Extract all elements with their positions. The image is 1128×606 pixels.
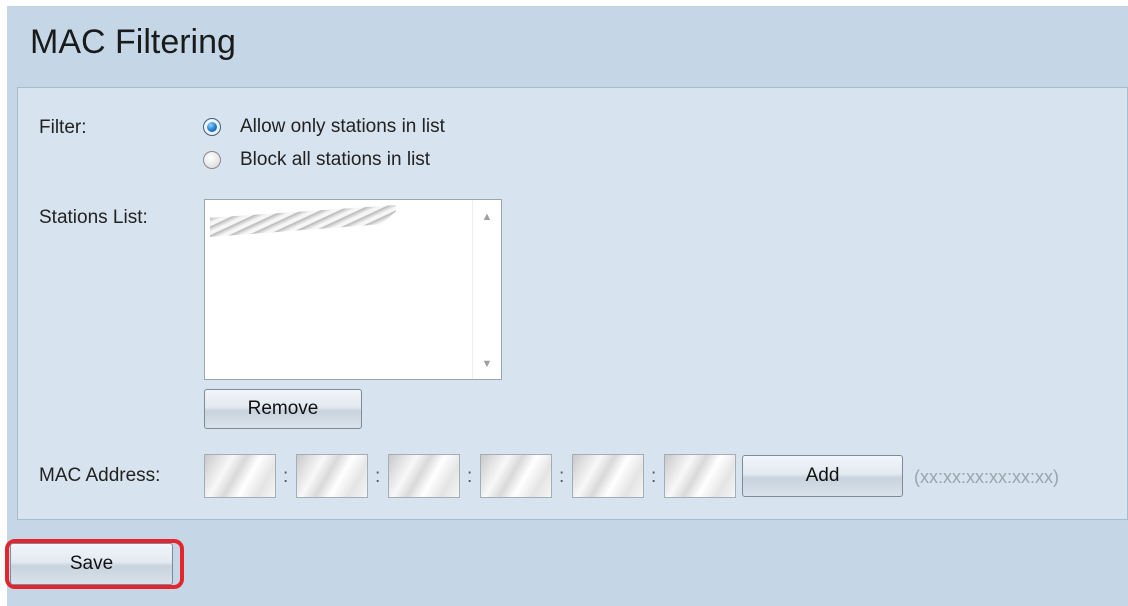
- mac-octet-1-input[interactable]: [204, 454, 276, 498]
- mac-separator: :: [375, 466, 381, 487]
- mac-octet-3-input[interactable]: [388, 454, 460, 498]
- save-button[interactable]: Save: [10, 543, 173, 585]
- mac-octet-2-input[interactable]: [296, 454, 368, 498]
- scroll-up-icon[interactable]: ▲: [473, 206, 501, 228]
- station-list-item-redacted[interactable]: [210, 205, 396, 237]
- radio-allow-only-label: Allow only stations in list: [240, 116, 445, 137]
- left-border: [0, 0, 7, 606]
- radio-button-checked[interactable]: [203, 118, 221, 136]
- mac-separator: :: [651, 466, 657, 487]
- mac-octet-5-input[interactable]: [572, 454, 644, 498]
- remove-button[interactable]: Remove: [204, 389, 362, 429]
- mac-octet-4-input[interactable]: [480, 454, 552, 498]
- radio-button[interactable]: [203, 151, 221, 169]
- listbox-scrollbar[interactable]: ▲ ▼: [472, 200, 501, 379]
- stations-listbox[interactable]: ▲ ▼: [204, 199, 502, 380]
- radio-allow-only[interactable]: Allow only stations in list: [203, 116, 445, 138]
- add-button[interactable]: Add: [742, 455, 903, 497]
- radio-dot: [207, 122, 217, 132]
- mac-separator: :: [559, 466, 565, 487]
- mac-octet-6-input[interactable]: [664, 454, 736, 498]
- radio-block-all-label: Block all stations in list: [240, 149, 431, 170]
- mac-separator: :: [467, 466, 473, 487]
- radio-block-all[interactable]: Block all stations in list: [203, 149, 430, 171]
- mac-separator: :: [283, 466, 289, 487]
- page-title: MAC Filtering: [30, 23, 236, 61]
- filter-label: Filter:: [39, 117, 87, 138]
- scroll-down-icon[interactable]: ▼: [473, 353, 501, 375]
- mac-format-hint: (xx:xx:xx:xx:xx:xx): [914, 467, 1059, 487]
- top-border: [0, 0, 1128, 6]
- stations-list-label: Stations List:: [39, 207, 148, 228]
- mac-address-label: MAC Address:: [39, 465, 161, 486]
- page-frame: MAC Filtering Filter: Allow only station…: [0, 0, 1128, 606]
